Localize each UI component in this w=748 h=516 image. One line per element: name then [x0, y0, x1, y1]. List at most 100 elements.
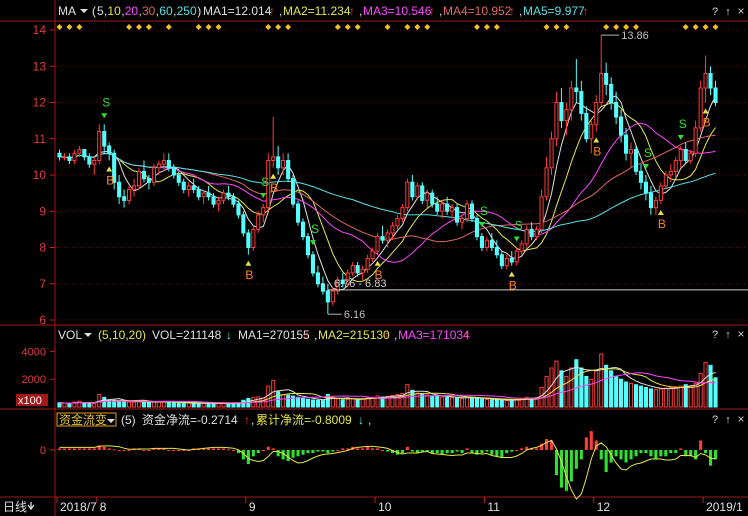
price-tick-label: 8 [39, 241, 46, 255]
vol-ma-arrow: ↑ [384, 328, 390, 342]
period-selector[interactable]: 日线 [3, 500, 27, 514]
vol-ma-arrow: ↑ [464, 328, 470, 342]
volume-bar [609, 370, 614, 408]
sell-signal-label: S [311, 222, 319, 236]
cum-flow-readout: 累计净流=-0.8009 [256, 413, 352, 427]
flow-bar [699, 440, 703, 450]
flow-bar [366, 446, 370, 450]
ma-param: 10 [107, 4, 121, 18]
chart-stage: 14131211109876SB SBSBBSBSB SBS B13.866.166.… [0, 0, 748, 516]
candle-body [469, 203, 474, 219]
flow-indicator-name[interactable]: 资金流变 [59, 412, 107, 427]
candle-body [301, 221, 306, 238]
volume-bar [410, 389, 415, 408]
candle-body [67, 156, 72, 161]
candle [484, 236, 489, 252]
dropdown-caret-icon[interactable] [84, 333, 92, 337]
candle-body [643, 181, 649, 194]
dropdown-caret-icon[interactable] [107, 419, 115, 423]
diamond-marker [493, 24, 500, 30]
candle-body [678, 149, 683, 162]
candle [499, 251, 504, 270]
candle-body [430, 192, 435, 205]
flow-bar [455, 450, 459, 452]
candle [713, 80, 718, 107]
candle [241, 211, 246, 237]
maximize-icon[interactable]: ↑ [725, 414, 731, 426]
vol-indicator-name[interactable]: VOL [58, 328, 82, 342]
down-arrow-icon[interactable] [27, 502, 35, 511]
candle-body [668, 170, 673, 176]
volume-y-axis: 4000 2000 x100 [16, 346, 55, 407]
buy-arrow-icon [374, 260, 381, 266]
close-icon[interactable]: × [737, 4, 744, 18]
volume-bar [445, 396, 450, 408]
diamond-marker [712, 24, 719, 30]
help-icon[interactable]: ? [712, 329, 718, 341]
candle-body [445, 203, 450, 212]
volume-bar [340, 399, 345, 408]
candle [678, 146, 683, 168]
candle [301, 218, 306, 241]
maximize-icon[interactable]: ↑ [725, 329, 731, 341]
volume-bar [569, 367, 574, 408]
candle [599, 35, 604, 107]
flow-bar [574, 450, 578, 469]
flow-bar [77, 448, 81, 450]
candle [161, 153, 166, 172]
flow-header: 资金流变 (5) 资金净流=-0.2714 ↑, 累计净流=-0.8009 ↓, [56, 412, 371, 427]
volume-bar [301, 397, 306, 408]
volume-bar [509, 399, 514, 408]
diamond-marker [195, 24, 202, 30]
flow-bar [624, 450, 628, 463]
candle-body [102, 131, 107, 147]
candle-body [460, 218, 465, 223]
diamond-marker [384, 24, 391, 30]
diamond-marker [692, 24, 699, 30]
diamond-marker [344, 24, 351, 30]
volume-bar [151, 401, 156, 408]
candle [509, 251, 514, 266]
flow-bar [465, 448, 469, 450]
close-icon[interactable]: × [737, 412, 744, 426]
sell-signal-label: S [480, 204, 488, 218]
candle [519, 240, 524, 255]
candle [87, 153, 92, 168]
flow-bar [182, 450, 186, 451]
candle-body [574, 87, 579, 93]
candle-body [107, 145, 112, 154]
candle [271, 117, 276, 168]
buy-arrow-icon [702, 108, 709, 114]
help-icon[interactable]: ? [712, 6, 718, 18]
flow-params: (5) [121, 413, 136, 427]
candle-body [276, 156, 281, 169]
candle [544, 156, 549, 201]
candle-body [355, 265, 360, 274]
panel-controls: ? ↑ × [712, 327, 745, 341]
flow-bar [639, 450, 643, 454]
help-icon[interactable]: ? [712, 414, 718, 426]
flow-bars [57, 431, 718, 491]
volume-bar [430, 395, 435, 408]
flow-bar [326, 450, 330, 454]
candle-body [624, 134, 629, 154]
maximize-icon[interactable]: ↑ [725, 6, 731, 18]
candle [216, 196, 221, 212]
flow-bar [172, 450, 176, 451]
flow-bar [485, 450, 489, 452]
flow-bar [559, 450, 563, 488]
volume-bar [425, 394, 430, 408]
params-open: ( [92, 4, 96, 18]
flow-bar [445, 450, 449, 454]
ma-indicator-name[interactable]: MA [58, 4, 76, 18]
diamond-marker [483, 24, 490, 30]
close-icon[interactable]: × [737, 327, 744, 341]
x-tick-label: 10 [378, 500, 392, 514]
candle [638, 164, 644, 190]
flow-bar [286, 450, 290, 461]
flow-bar [217, 448, 221, 450]
sell-arrow-icon [260, 193, 267, 198]
readout-sep: , [251, 413, 254, 427]
candle-body [395, 218, 400, 227]
dropdown-caret-icon[interactable] [80, 9, 88, 13]
